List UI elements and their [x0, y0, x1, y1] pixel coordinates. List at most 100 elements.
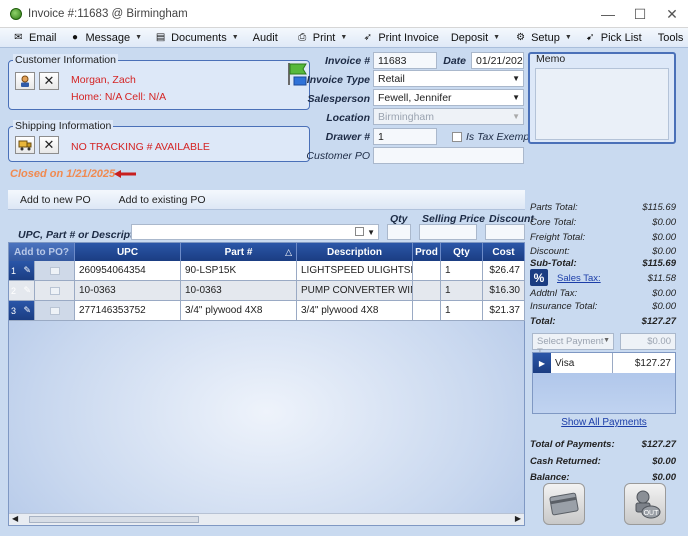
menu-message-label: Message [85, 31, 131, 44]
summary-value: $0.00 [652, 472, 676, 483]
percent-icon[interactable]: % [530, 269, 548, 286]
cell-desc[interactable]: PUMP CONVERTER WINTER [297, 281, 413, 301]
invoice-number-label: Invoice # [325, 55, 370, 67]
customer-lookup-button[interactable] [15, 72, 35, 90]
qty-input[interactable] [387, 224, 411, 240]
column-header-prod[interactable]: Prod [413, 243, 441, 261]
totals-label: Core Total: [530, 217, 577, 228]
cell-desc[interactable]: LIGHTSPEED ULIGHTSPEED [297, 261, 413, 281]
grid-header: Add to PO? UPC Part # △ Description Prod Qty Co… [9, 243, 525, 261]
discount-input[interactable] [485, 224, 525, 240]
cell-upc[interactable]: 277146353752 [75, 301, 181, 321]
column-header-description[interactable]: Description [297, 243, 413, 261]
menu-print-invoice[interactable]: ➶ Print Invoice [357, 28, 447, 48]
column-header-cost[interactable]: Cost [483, 243, 525, 261]
payment-amount-input[interactable]: $0.00 [620, 333, 676, 350]
menu-tools[interactable]: Tools▼ [654, 28, 688, 48]
location-select[interactable]: Birmingham ▼ [373, 108, 524, 125]
drawer-field[interactable]: 1 [373, 128, 437, 145]
column-header-qty[interactable]: Qty [441, 243, 483, 261]
cell-desc[interactable]: 3/4" plywood 4X8 [297, 301, 413, 321]
menu-audit[interactable]: Audit [249, 28, 292, 48]
column-header-add-to-po[interactable]: Add to PO? [9, 243, 75, 261]
menu-email[interactable]: ✉ Email [8, 28, 65, 48]
cell-part[interactable]: 90-LSP15K [181, 261, 297, 281]
cell-part[interactable]: 10-0363 [181, 281, 297, 301]
customer-po-field[interactable] [373, 147, 524, 164]
edit-pencil-icon[interactable]: ✎ [23, 285, 31, 296]
menu-deposit[interactable]: Deposit ▼ [447, 28, 510, 48]
card-payment-button[interactable] [543, 483, 585, 525]
row-number: 3 ✎ [9, 301, 35, 321]
cell-cost[interactable]: $26.47 [483, 261, 525, 281]
summary-value: $127.27 [641, 439, 676, 450]
cell-qty[interactable]: 1 [441, 301, 483, 321]
cell-part[interactable]: 3/4" plywood 4X8 [181, 301, 297, 321]
maximize-button[interactable]: ☐ [624, 0, 656, 28]
menu-documents[interactable]: ▤ Documents ▼ [150, 28, 249, 48]
close-button[interactable]: ✕ [656, 0, 688, 28]
show-all-payments-link[interactable]: Show All Payments [532, 417, 676, 428]
selling-price-input[interactable] [419, 224, 477, 240]
cell-cost[interactable]: $16.30 [483, 281, 525, 301]
cell-prod[interactable] [413, 281, 441, 301]
chevron-down-icon: ▼ [564, 34, 572, 41]
column-header-upc[interactable]: UPC [75, 243, 181, 261]
chevron-down-icon: ▼ [135, 34, 143, 41]
gear-icon: ⚙ [516, 32, 526, 43]
edit-pencil-icon[interactable]: ✎ [23, 265, 31, 276]
tax-exempt-checkbox[interactable] [452, 132, 462, 142]
totals-label[interactable]: Sales Tax: [557, 273, 601, 284]
chevron-down-icon: ▼ [512, 112, 520, 121]
scroll-right-icon[interactable]: ▶ [515, 514, 521, 523]
add-to-existing-po-button[interactable]: Add to existing PO [119, 194, 206, 206]
row-number: 1 ✎ [9, 261, 35, 281]
summary-row: Total of Payments: $127.27 [530, 439, 676, 450]
add-to-po-checkbox[interactable] [49, 266, 60, 275]
customer-clear-button[interactable]: ✕ [39, 72, 59, 90]
minimize-button[interactable]: — [592, 0, 624, 28]
add-to-po-checkbox-cell[interactable] [35, 261, 75, 281]
cell-cost[interactable]: $21.37 [483, 301, 525, 321]
cell-prod[interactable] [413, 261, 441, 281]
app-logo-icon [10, 7, 22, 20]
memo-textarea[interactable] [535, 68, 669, 140]
table-row[interactable]: 1 ✎ 260954064354 90-LSP15K LIGHTSPEED ULIGHT… [9, 261, 525, 281]
scroll-thumb[interactable] [29, 516, 199, 523]
salesperson-select[interactable]: Fewell, Jennifer ▼ [373, 89, 524, 106]
cell-prod[interactable] [413, 301, 441, 321]
customer-phones: Home: N/A Cell: N/A [71, 91, 167, 103]
check-out-button[interactable]: OUT [624, 483, 666, 525]
menu-pick-list[interactable]: ➹ Pick List [580, 28, 654, 48]
invoice-type-select[interactable]: Retail ▼ [373, 70, 524, 87]
add-to-new-po-button[interactable]: Add to new PO [20, 194, 91, 206]
table-row[interactable]: 2✎10-036310-0363PUMP CONVERTER WINTER1$1… [9, 281, 525, 301]
cell-upc[interactable]: 260954064354 [75, 261, 181, 281]
date-field[interactable]: 01/21/2025 [471, 52, 524, 69]
add-to-po-checkbox[interactable] [49, 306, 60, 315]
menu-setup[interactable]: ⚙ Setup ▼ [510, 28, 580, 48]
totals-row: Addtnl Tax: $0.00 [530, 288, 676, 299]
payment-row[interactable]: ▶ Visa $127.27 [533, 353, 675, 373]
edit-pencil-icon[interactable]: ✎ [23, 305, 31, 316]
add-to-po-checkbox-cell[interactable] [35, 281, 75, 301]
upc-search-input[interactable]: ▼ [131, 224, 379, 240]
column-header-part[interactable]: Part # △ [181, 243, 297, 261]
menu-message[interactable]: ● Message ▼ [65, 28, 151, 48]
cell-qty[interactable]: 1 [441, 261, 483, 281]
menu-print[interactable]: ⎙ Print ▼ [292, 28, 358, 48]
payment-type-select[interactable]: Select Payment T ▼ [532, 333, 614, 358]
add-to-po-checkbox-cell[interactable] [35, 301, 75, 321]
add-to-po-checkbox[interactable] [49, 286, 60, 295]
payment-amount: $127.27 [613, 353, 675, 373]
shipping-clear-button[interactable]: ✕ [39, 136, 59, 154]
tax-exempt-label: Is Tax Exempt [466, 131, 533, 143]
closed-status: Closed on 1/21/2025 [10, 168, 116, 180]
cell-upc[interactable]: 10-0363 [75, 281, 181, 301]
cell-qty[interactable]: 1 [441, 281, 483, 301]
invoice-number-field[interactable]: 11683 [373, 52, 437, 69]
grid-horizontal-scrollbar[interactable]: ◀ ▶ [9, 513, 524, 525]
table-row[interactable]: 3 ✎ 277146353752 3/4" plywood 4X8 3/4" plywo… [9, 301, 525, 321]
scroll-left-icon[interactable]: ◀ [12, 514, 18, 523]
shipping-lookup-button[interactable] [15, 136, 35, 154]
